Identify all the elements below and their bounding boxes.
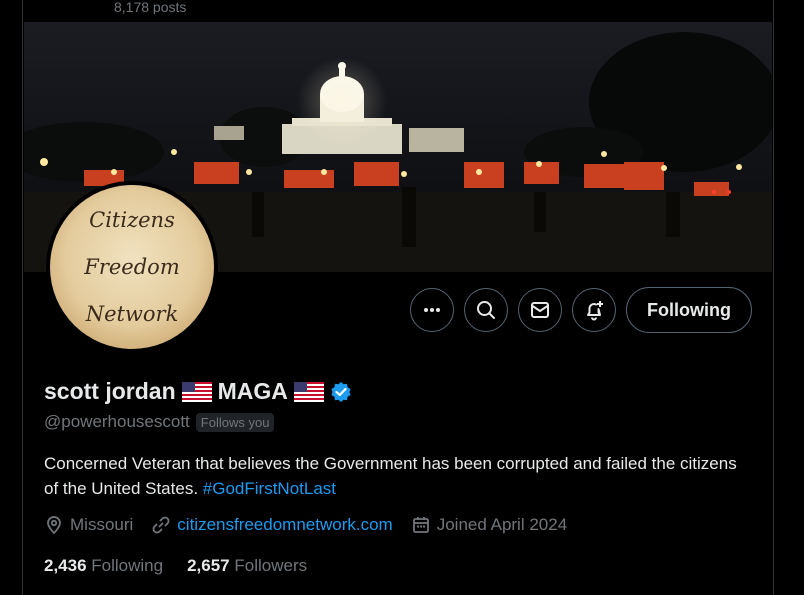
search-button[interactable] (464, 288, 509, 332)
avatar-text-line: Network (85, 301, 179, 326)
following-button[interactable]: Following (626, 287, 752, 333)
following-count: 2,436 (44, 556, 87, 575)
profile-bio: Concerned Veteran that believes the Gove… (44, 451, 744, 501)
follow-stats: 2,436 Following 2,657 Followers (44, 556, 307, 576)
calendar-icon (412, 517, 429, 533)
profile-page: 8,178 posts Citizens Freedom Network Fol… (0, 0, 804, 595)
joined-item: Joined April 2024 (411, 515, 567, 535)
message-icon (531, 302, 550, 318)
us-flag-icon (293, 381, 324, 402)
followers-label: Followers (234, 556, 308, 575)
following-label: Following (91, 556, 164, 575)
notification-bell-icon (587, 301, 604, 321)
website-link[interactable]: citizensfreedomnetwork.com (177, 515, 392, 535)
avatar-image: Citizens Freedom Network (50, 185, 214, 349)
user-handle: @powerhousescott (44, 412, 190, 431)
handle-row: @powerhousescott Follows you (44, 412, 275, 432)
avatar-text-line: Citizens (89, 207, 175, 232)
followers-stat[interactable]: 2,657 Followers (187, 556, 307, 576)
website-item: citizensfreedomnetwork.com (151, 515, 393, 535)
search-icon (477, 301, 496, 319)
profile-avatar[interactable]: Citizens Freedom Network (46, 181, 218, 353)
following-stat[interactable]: 2,436 Following (44, 556, 163, 576)
avatar-text-line: Freedom (84, 254, 180, 279)
verified-badge-icon[interactable] (330, 381, 352, 403)
more-icon (424, 308, 441, 312)
notify-button[interactable] (572, 288, 617, 332)
posts-count: 8,178 posts (114, 0, 187, 14)
profile-actions: Following (410, 287, 752, 333)
link-icon (152, 516, 170, 534)
location-icon (47, 516, 61, 535)
us-flag-icon (181, 381, 212, 402)
more-button[interactable] (410, 288, 455, 332)
followers-count: 2,657 (187, 556, 230, 575)
display-name-row: scott jordan MAGA (44, 378, 352, 405)
message-button[interactable] (518, 288, 563, 332)
location-text: Missouri (70, 515, 134, 534)
joined-text: Joined April 2024 (436, 515, 568, 534)
profile-meta: Missouri citizensfreedomnetwork.com Join… (44, 515, 567, 535)
location-item: Missouri (44, 515, 133, 535)
bio-hashtag-link[interactable]: #GodFirstNotLast (203, 479, 336, 498)
follows-you-badge: Follows you (195, 412, 275, 432)
bio-text: Concerned Veteran that believes the Gove… (44, 454, 737, 498)
display-name-suffix: MAGA (217, 378, 288, 404)
display-name: scott jordan (44, 378, 176, 404)
